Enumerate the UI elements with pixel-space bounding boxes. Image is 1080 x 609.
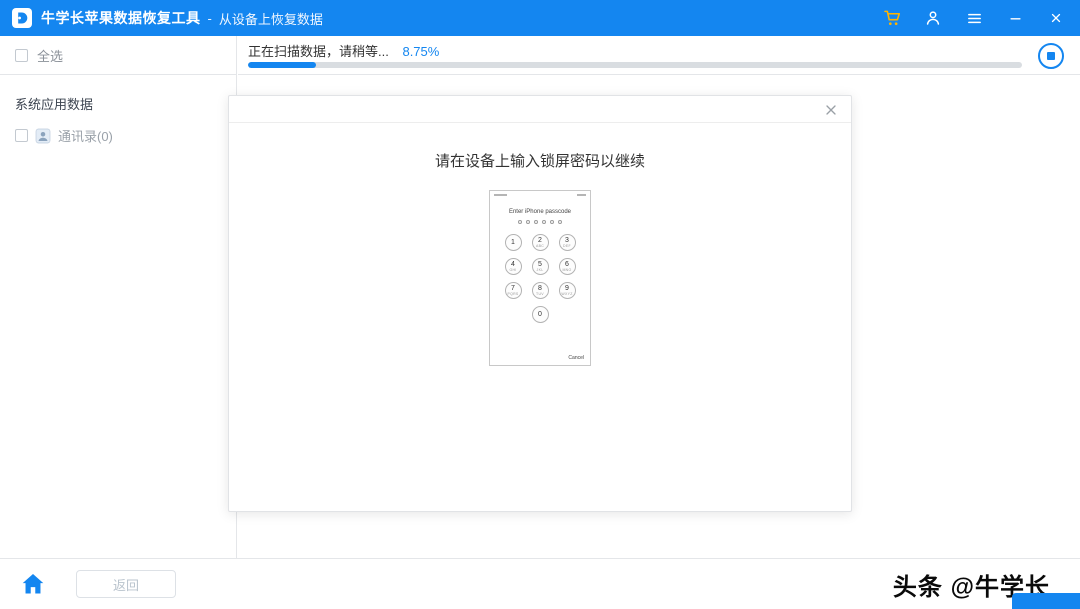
scan-status-text: 正在扫描数据，请稍等... [248, 44, 389, 59]
back-button[interactable]: 返回 [76, 570, 176, 598]
home-button[interactable] [20, 571, 46, 597]
passcode-cancel-label: Cancel [568, 355, 584, 361]
title-separator: - [208, 11, 212, 26]
select-all-row[interactable]: 全选 [0, 36, 236, 75]
select-all-checkbox[interactable] [15, 49, 28, 62]
app-subtitle: 从设备上恢复数据 [219, 9, 323, 28]
key-1: 1 [505, 234, 522, 251]
sidebar-item-label: 通讯录(0) [58, 126, 113, 145]
titlebar: 牛学长苹果数据恢复工具 - 从设备上恢复数据 [0, 0, 1080, 36]
scan-percent: 8.75% [402, 44, 439, 59]
passcode-keypad: 1 2ABC 3DEF 4GHI 5JKL 6MNO 7PQRS 8TUV 9W… [490, 234, 590, 323]
close-window-icon[interactable] [1046, 8, 1066, 28]
iphone-passcode-image: Enter iPhone passcode 1 2ABC 3DEF 4GHI 5… [489, 190, 591, 366]
key-5: 5JKL [532, 258, 549, 275]
bottom-corner-button[interactable] [1012, 593, 1080, 609]
progress-fill [248, 62, 316, 68]
scan-status-row: 正在扫描数据，请稍等... 8.75% [248, 41, 439, 60]
sidebar: 全选 系统应用数据 通讯录(0) [0, 36, 237, 558]
key-0: 0 [532, 306, 549, 323]
select-all-label: 全选 [37, 46, 63, 65]
cart-icon[interactable] [882, 8, 902, 28]
app-title: 牛学长苹果数据恢复工具 [41, 8, 201, 28]
key-3: 3DEF [559, 234, 576, 251]
modal-message: 请在设备上输入锁屏密码以继续 [229, 150, 851, 171]
titlebar-actions [882, 0, 1066, 36]
app-logo-icon [12, 8, 32, 28]
modal-header [229, 96, 851, 123]
contacts-icon [35, 128, 51, 144]
key-9: 9WXYZ [559, 282, 576, 299]
contacts-checkbox[interactable] [15, 129, 28, 142]
key-7: 7PQRS [505, 282, 522, 299]
passcode-dots [490, 220, 590, 224]
scan-header: 正在扫描数据，请稍等... 8.75% [238, 36, 1080, 75]
account-icon[interactable] [923, 8, 943, 28]
sidebar-section-title: 系统应用数据 [15, 94, 236, 113]
footer: 返回 头条 @牛学长 [0, 558, 1080, 609]
stop-scan-button[interactable] [1038, 43, 1064, 69]
sidebar-item-contacts[interactable]: 通讯录(0) [0, 126, 236, 145]
key-2: 2ABC [532, 234, 549, 251]
passcode-modal: 请在设备上输入锁屏密码以继续 Enter iPhone passcode 1 2… [228, 95, 852, 512]
minimize-icon[interactable] [1005, 8, 1025, 28]
modal-close-icon[interactable] [822, 101, 840, 119]
key-8: 8TUV [532, 282, 549, 299]
key-6: 6MNO [559, 258, 576, 275]
key-4: 4GHI [505, 258, 522, 275]
stop-icon [1047, 52, 1055, 60]
menu-icon[interactable] [964, 8, 984, 28]
phone-statusbar [490, 191, 590, 196]
passcode-title: Enter iPhone passcode [490, 209, 590, 215]
progress-bar [248, 62, 1022, 68]
